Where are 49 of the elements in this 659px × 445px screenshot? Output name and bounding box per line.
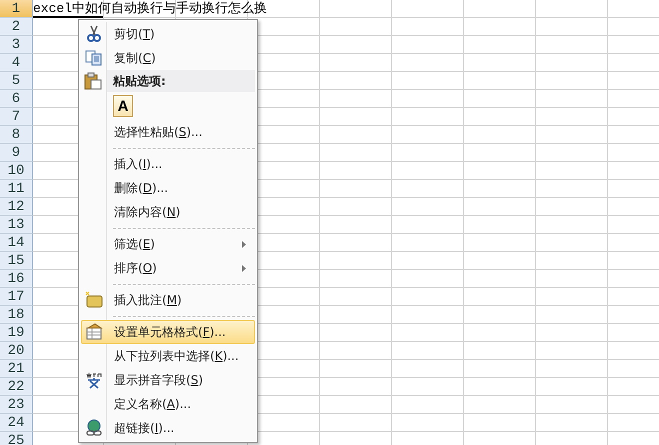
menu-item[interactable]: 清除内容(N) (81, 200, 255, 224)
row-header[interactable]: 25 (0, 432, 33, 445)
row-header[interactable]: 2 (0, 18, 33, 36)
row-header[interactable]: 11 (0, 180, 33, 198)
row-header[interactable]: 23 (0, 396, 33, 414)
cell-text: excel中如何自动换行与手动换行怎么换 (33, 1, 268, 16)
row-header[interactable]: 9 (0, 144, 33, 162)
row-header[interactable]: 7 (0, 108, 33, 126)
menu-item[interactable]: 插入批注(M) (81, 288, 255, 312)
menu-item[interactable]: 插入(I)... (81, 152, 255, 176)
row-header[interactable]: 10 (0, 162, 33, 180)
row-header[interactable]: 12 (0, 198, 33, 216)
row-header[interactable]: 13 (0, 216, 33, 234)
row-header[interactable]: 18 (0, 306, 33, 324)
menu-item[interactable]: 删除(D)... (81, 176, 255, 200)
row-header[interactable]: 14 (0, 234, 33, 252)
menu-item[interactable]: 定义名称(A)... (81, 392, 255, 416)
menu-item[interactable]: 显示拼音字段(S) (81, 368, 255, 392)
row-header[interactable]: 5 (0, 72, 33, 90)
copy-icon (85, 49, 103, 67)
row-header[interactable]: 19 (0, 324, 33, 342)
row-header[interactable]: 21 (0, 360, 33, 378)
clipboard-icon (84, 72, 102, 90)
row-header[interactable]: 8 (0, 126, 33, 144)
menu-item[interactable]: 从下拉列表中选择(K)... (81, 344, 255, 368)
menu-item[interactable]: 剪切(T) (81, 22, 255, 46)
row-header[interactable]: 24 (0, 414, 33, 432)
row-header[interactable]: 15 (0, 252, 33, 270)
menu-section-header: 粘贴选项: (107, 70, 255, 92)
row-header[interactable]: 6 (0, 90, 33, 108)
row-header[interactable]: 4 (0, 54, 33, 72)
scissors-icon (85, 25, 103, 43)
row-header[interactable]: 22 (0, 378, 33, 396)
row-header[interactable]: 17 (0, 288, 33, 306)
menu-item[interactable]: 复制(C) (81, 46, 255, 70)
menu-item[interactable]: 选择性粘贴(S)... (81, 120, 255, 144)
paste-text-button[interactable]: A (113, 95, 133, 117)
row-header[interactable]: 1 (0, 0, 33, 18)
menu-item[interactable]: 设置单元格格式(F)... (81, 320, 255, 344)
globe-link-icon (85, 419, 103, 437)
row-header[interactable]: 16 (0, 270, 33, 288)
row-header[interactable]: 20 (0, 342, 33, 360)
format-cells-icon (85, 323, 103, 341)
pinyin-icon (85, 371, 103, 389)
note-icon (85, 291, 103, 309)
row-header[interactable]: 3 (0, 36, 33, 54)
menu-item[interactable]: 排序(O) (81, 256, 255, 280)
menu-item[interactable]: 筛选(E) (81, 232, 255, 256)
menu-item[interactable]: 超链接(I)... (81, 416, 255, 440)
